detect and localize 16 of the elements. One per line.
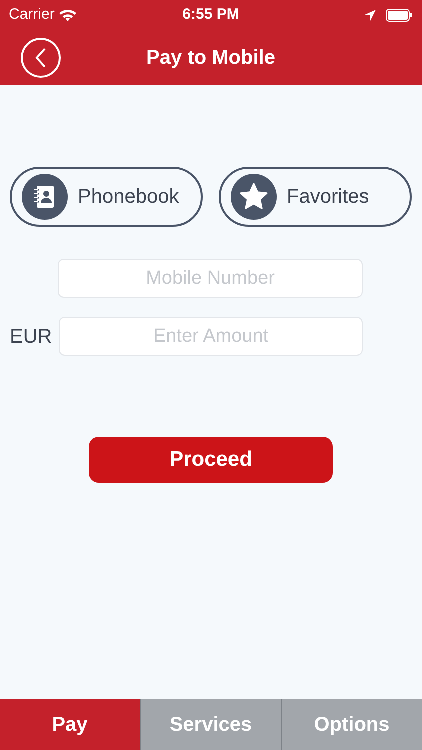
address-book-icon	[22, 174, 68, 220]
location-arrow-icon	[365, 10, 376, 20]
carrier-label: Carrier	[9, 4, 55, 25]
wifi-icon	[58, 8, 77, 22]
input-field[interactable]: Enter Amount	[59, 317, 363, 356]
input-field[interactable]: Mobile Number	[58, 259, 363, 298]
tab[interactable]: Pay	[0, 699, 140, 750]
proceed-button[interactable]: Proceed	[89, 437, 333, 483]
battery-icon	[386, 8, 414, 22]
clock-label: 6:55 PM	[182, 4, 240, 25]
screen-title: Pay to Mobile	[146, 46, 276, 70]
shortcut-button[interactable]: Phonebook	[10, 167, 203, 227]
back-button[interactable]	[21, 38, 61, 78]
currency-label: EUR	[10, 324, 54, 350]
shortcut-button[interactable]: Favorites	[219, 167, 412, 227]
back-chevron-icon	[35, 48, 47, 68]
